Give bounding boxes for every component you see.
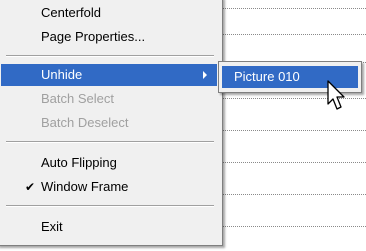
menu-item-label: Centerfold: [41, 5, 101, 20]
menu-item-label: Batch Deselect: [41, 115, 129, 130]
menu-item-page-properties[interactable]: Page Properties...: [1, 26, 217, 48]
menu-item-unhide[interactable]: Unhide: [1, 64, 217, 86]
menu-item-label: Batch Select: [41, 91, 114, 106]
menu-item-label: Page Properties...: [41, 29, 146, 44]
menu-separator: [6, 141, 214, 143]
menu-item-label: Auto Flipping: [41, 155, 117, 170]
menu-item-exit[interactable]: Exit: [1, 216, 217, 238]
menu-item-auto-flipping[interactable]: Auto Flipping: [1, 152, 217, 174]
menu-item-batch-deselect: Batch Deselect: [1, 112, 217, 134]
menu-separator: [6, 205, 214, 207]
menu-item-label: Exit: [41, 219, 63, 234]
menu-item-label: Window Frame: [41, 179, 129, 194]
triangle-right-icon: [203, 71, 207, 79]
menu-separator: [6, 55, 214, 57]
mouse-pointer-icon: [327, 80, 345, 110]
checkmark-icon: ✔: [25, 180, 36, 194]
menu-item-label: Unhide: [41, 67, 83, 82]
menu-item-batch-select: Batch Select: [1, 88, 217, 110]
menu-item-window-frame[interactable]: ✔ Window Frame: [1, 176, 217, 198]
submenu-item-label: Picture 010: [234, 69, 300, 84]
menu-item-centerfold[interactable]: Centerfold: [1, 2, 217, 24]
context-menu: Centerfold Page Properties... Unhide Bat…: [0, 0, 223, 246]
